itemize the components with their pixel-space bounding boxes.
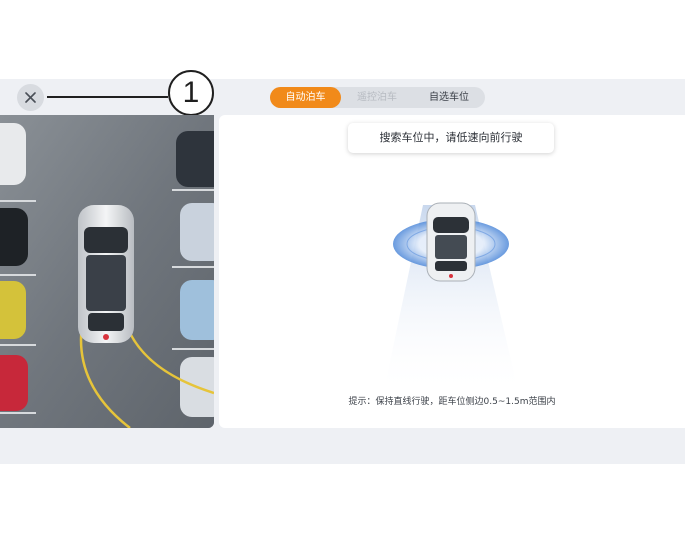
- guidance-panel: 搜索车位中，请低速向前行驶 提示：保持直线行驶，距车位侧边0.5~1.5m范围内: [219, 115, 685, 428]
- car-model: [426, 202, 476, 282]
- close-button[interactable]: [17, 84, 44, 111]
- radar-scene: [383, 202, 519, 395]
- status-banner: 搜索车位中，请低速向前行驶: [348, 123, 554, 153]
- tab-remote-parking[interactable]: 遥控泊车: [343, 87, 411, 108]
- parking-screen: 1 自动泊车 遥控泊车 自选车位 搜索车位中，请低速向前行驶 提示：保持直线行驶…: [0, 70, 685, 464]
- close-icon: [25, 92, 36, 103]
- callout-line: [47, 96, 168, 98]
- parking-mode-tabs: 自动泊车 遥控泊车 自选车位: [270, 87, 485, 108]
- hint-text: 提示：保持直线行驶，距车位侧边0.5~1.5m范围内: [348, 397, 556, 407]
- top-bar: 1 自动泊车 遥控泊车 自选车位: [0, 70, 685, 116]
- camera-view: [0, 115, 214, 428]
- tab-auto-parking[interactable]: 自动泊车: [270, 87, 341, 108]
- tab-select-space[interactable]: 自选车位: [413, 87, 485, 108]
- callout-number: 1: [168, 70, 214, 116]
- top-down-camera-image: [0, 115, 214, 428]
